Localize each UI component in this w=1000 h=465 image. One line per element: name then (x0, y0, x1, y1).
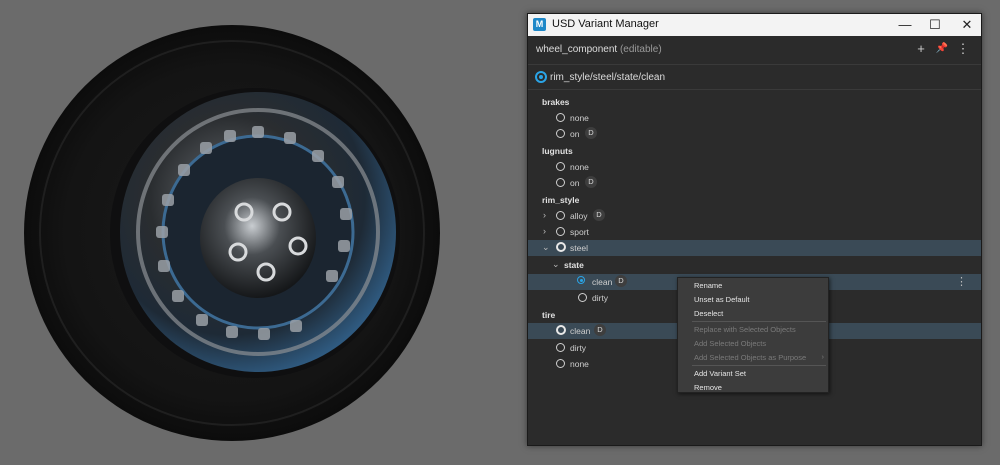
default-badge: D (585, 127, 597, 139)
set-label: rim_style (542, 195, 580, 205)
menu-replace-selected[interactable]: Replace with Selected Objects (694, 325, 796, 334)
radio-icon[interactable] (556, 359, 565, 368)
close-button[interactable]: ✕ (952, 14, 982, 36)
component-header: wheel_component (editable) + 📌 ⋮ (528, 36, 981, 62)
window-title: USD Variant Manager (552, 18, 659, 30)
variant-label: on (570, 178, 580, 188)
menu-separator (692, 321, 826, 322)
variant-label: on (570, 129, 580, 139)
more-options-icon[interactable]: ⋮ (956, 42, 970, 56)
variant-set-lugnuts[interactable]: lugnuts (528, 143, 981, 159)
variant-rim-steel[interactable]: ⌄ steel (528, 240, 981, 256)
radio-icon[interactable] (556, 162, 565, 171)
chevron-down-icon[interactable]: ⌄ (552, 259, 560, 270)
default-badge: D (594, 324, 606, 336)
radio-icon[interactable] (578, 293, 587, 302)
variant-path-bar: rim_style/steel/state/clean (528, 64, 981, 90)
editable-label: (editable) (619, 44, 662, 55)
set-label: tire (542, 310, 556, 320)
set-label: lugnuts (542, 146, 573, 156)
variant-label: clean (570, 326, 591, 336)
variant-label: sport (570, 227, 589, 237)
submenu-arrow-icon: › (821, 352, 825, 361)
menu-unset-default[interactable]: Unset as Default (694, 295, 749, 304)
set-label: brakes (542, 97, 570, 107)
menu-add-variant-set[interactable]: Add Variant Set (694, 369, 746, 378)
variant-label: none (570, 359, 589, 369)
variant-set-rim-style[interactable]: rim_style (528, 192, 981, 208)
variant-label: dirty (592, 293, 609, 303)
radio-icon[interactable] (556, 343, 565, 352)
menu-add-selected[interactable]: Add Selected Objects (694, 339, 766, 348)
variant-set-state[interactable]: ⌄ state (528, 257, 981, 273)
variant-rim-alloy[interactable]: › alloy D (528, 208, 981, 224)
menu-add-selected-purpose[interactable]: Add Selected Objects as Purpose (694, 353, 806, 362)
radio-selected-icon[interactable] (556, 242, 566, 252)
minimize-button[interactable]: — (890, 14, 920, 36)
menu-rename[interactable]: Rename (694, 281, 722, 290)
context-menu: Rename Unset as Default Deselect Replace… (677, 277, 829, 393)
default-badge: D (593, 209, 605, 221)
default-badge: D (615, 275, 627, 287)
variant-lugnuts-none[interactable]: none (528, 159, 981, 175)
menu-deselect[interactable]: Deselect (694, 309, 723, 318)
variant-label: none (570, 113, 589, 123)
variant-label: dirty (570, 343, 587, 353)
chevron-right-icon[interactable]: › (543, 226, 546, 236)
radio-icon[interactable] (556, 211, 565, 220)
menu-separator (692, 365, 826, 366)
variant-label: none (570, 162, 589, 172)
radio-icon[interactable] (556, 227, 565, 236)
default-badge: D (585, 176, 597, 188)
target-icon (535, 71, 547, 86)
variant-label: alloy (570, 211, 588, 221)
variant-path: rim_style/steel/state/clean (550, 72, 666, 83)
variant-rim-sport[interactable]: › sport (528, 224, 981, 240)
pin-icon[interactable]: 📌 (935, 42, 949, 56)
variant-label: steel (570, 243, 588, 253)
target-icon[interactable] (577, 276, 585, 286)
row-more-icon[interactable]: ⋮ (956, 275, 967, 288)
radio-icon[interactable] (556, 113, 565, 122)
radio-selected-icon[interactable] (556, 325, 566, 335)
set-label: state (564, 260, 584, 270)
variant-brakes-none[interactable]: none (528, 110, 981, 126)
maximize-button[interactable]: ☐ (920, 14, 950, 36)
variant-lugnuts-on[interactable]: on D (528, 175, 981, 191)
add-icon[interactable]: + (914, 42, 928, 56)
radio-icon[interactable] (556, 129, 565, 138)
variant-label: clean (592, 277, 613, 287)
wheel-render (24, 25, 440, 441)
menu-remove[interactable]: Remove (694, 383, 722, 392)
viewport[interactable] (0, 0, 520, 465)
maya-app-icon: M (533, 18, 546, 31)
chevron-right-icon[interactable]: › (543, 210, 546, 220)
radio-icon[interactable] (556, 178, 565, 187)
component-name: wheel_component (editable) (536, 44, 662, 55)
variant-set-brakes[interactable]: brakes (528, 94, 981, 110)
variant-brakes-on[interactable]: on D (528, 126, 981, 142)
chevron-down-icon[interactable]: ⌄ (542, 242, 550, 253)
title-bar[interactable]: M USD Variant Manager — ☐ ✕ (528, 14, 981, 36)
